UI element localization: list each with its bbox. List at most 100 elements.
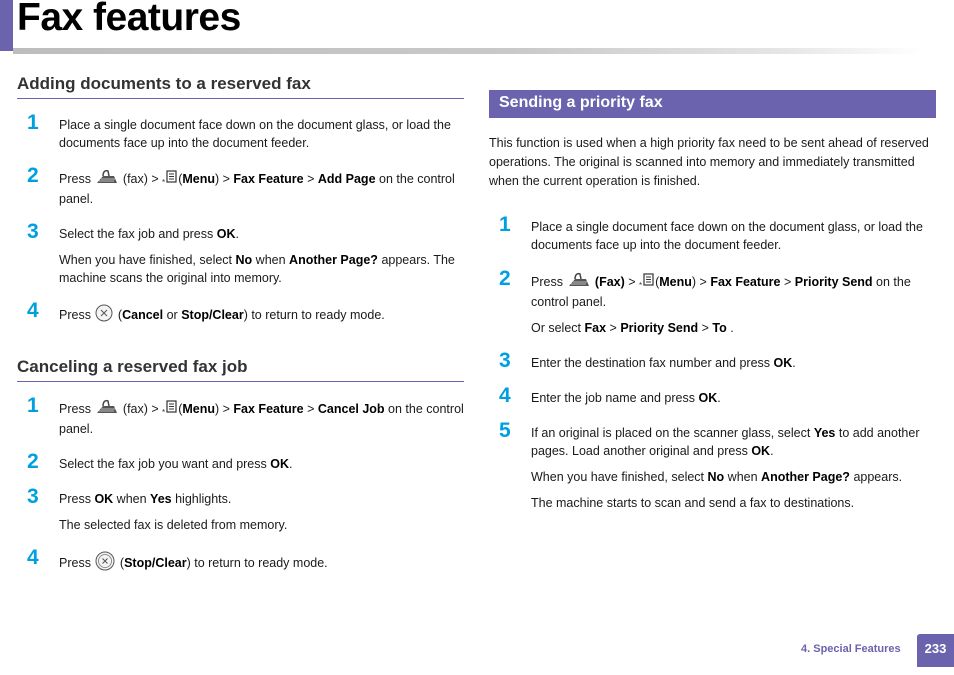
fax-feature-label: Fax Feature — [233, 401, 304, 416]
text: Enter the job name and press — [531, 391, 695, 405]
cancel-label: Cancel — [122, 307, 164, 322]
step-number: 3 — [27, 220, 39, 243]
text: ) > — [691, 274, 707, 289]
step-item: 4 Press (Stop/Clear) to return to ready … — [17, 546, 464, 576]
step-item: 2 Select the fax job you want and press … — [17, 450, 464, 473]
text: ) > — [215, 401, 230, 416]
text: When you have finished, select — [59, 253, 233, 267]
step-item: 1 Press (fax) > * (Menu) > Fax Feature > … — [17, 394, 464, 438]
text: Select the fax job and press — [59, 227, 214, 241]
step-item: 3 Select the fax job and press OK. When … — [17, 220, 464, 287]
step-text: Press (fax) > * (Menu) > Fax Feature > Ca… — [59, 399, 464, 438]
step-note: The selected fax is deleted from memory. — [59, 518, 288, 532]
text: Or select — [531, 321, 582, 335]
menu-label: Menu — [182, 171, 215, 186]
step-item: 4 Press (Cancel or Stop/Clear) to return… — [17, 300, 464, 327]
text: Press — [59, 171, 91, 186]
step-text: Select the fax job you want and press OK… — [59, 455, 464, 473]
text: when — [255, 253, 286, 267]
step-text: Press OK when Yes highlights. — [59, 490, 464, 508]
text: > — [783, 274, 792, 289]
title-accent-bar — [0, 0, 13, 51]
section-heading-canceling: Canceling a reserved fax job — [17, 357, 464, 382]
stop-clear-icon — [94, 551, 116, 576]
step-number: 4 — [27, 546, 39, 569]
text: If an original is placed on the scanner … — [531, 426, 811, 440]
to-label: To — [712, 321, 727, 335]
text: when — [116, 492, 147, 506]
step-text: Press (Fax) > * (Menu) > Fax Feature > Pr… — [531, 272, 936, 311]
right-column: Sending a priority fax This function is … — [489, 90, 936, 512]
step-item: 3 Enter the destination fax number and p… — [489, 349, 936, 372]
chapter-label: 4. Special Features — [801, 643, 901, 655]
text: highlights. — [175, 492, 232, 506]
step-item: 2 Press (Fax) > * (Menu) > Fax Feature > … — [489, 267, 936, 337]
svg-text:*: * — [162, 178, 165, 185]
step-text: Place a single document face down on the… — [531, 220, 923, 252]
step-item: 1 Place a single document face down on t… — [17, 111, 464, 152]
text: Press — [59, 401, 91, 416]
step-text: Press (fax) > * (Menu) > Fax Feature > Ad… — [59, 169, 464, 208]
ok-label: OK — [270, 457, 289, 471]
text: (fax) > — [122, 401, 159, 416]
page-title: Fax features — [17, 0, 241, 39]
step-number: 2 — [27, 450, 39, 473]
stop-clear-label: Stop/Clear — [124, 555, 187, 570]
text: > — [307, 401, 315, 416]
text: . — [717, 391, 721, 405]
stop-clear-label: Stop/Clear — [181, 307, 244, 322]
left-column: Adding documents to a reserved fax 1 Pla… — [17, 74, 464, 576]
fax-icon — [94, 169, 119, 190]
step-note: When you have finished, select No when A… — [531, 468, 936, 486]
another-page-label: Another Page? — [289, 253, 378, 267]
text: ) > — [215, 171, 230, 186]
step-text: Press (Stop/Clear) to return to ready mo… — [59, 551, 464, 576]
text: Press — [531, 274, 563, 289]
text: . — [289, 457, 293, 471]
step-number: 1 — [27, 111, 39, 134]
fax-label: Fax — [584, 321, 607, 335]
step-item: 5 If an original is placed on the scanne… — [489, 419, 936, 512]
ok-label: OK — [216, 227, 236, 241]
text: or — [166, 307, 178, 322]
ok-label: OK — [698, 391, 718, 405]
text: Press — [59, 492, 91, 506]
text: > — [701, 321, 709, 335]
menu-label: Menu — [659, 274, 692, 289]
step-number: 2 — [499, 267, 511, 290]
step-number: 1 — [499, 213, 511, 236]
step-item: 4 Enter the job name and press OK. — [489, 384, 936, 407]
text: ) to return to ready mode. — [243, 307, 385, 322]
step-number: 2 — [27, 164, 39, 187]
fax-icon — [94, 399, 119, 420]
no-label: No — [707, 470, 725, 484]
svg-text:*: * — [162, 408, 165, 415]
text: When you have finished, select — [531, 470, 705, 484]
step-text: Place a single document face down on the… — [59, 118, 451, 150]
step-number: 4 — [499, 384, 511, 407]
step-number: 1 — [27, 394, 39, 417]
text: Enter the destination fax number and pre… — [531, 356, 771, 370]
text: > — [609, 321, 617, 335]
text: (fax) > — [122, 171, 159, 186]
text: > — [628, 274, 636, 289]
text: when — [727, 470, 758, 484]
step-note: Or select Fax > Priority Send > To . — [531, 319, 936, 337]
step-number: 5 — [499, 419, 511, 442]
step-item: 3 Press OK when Yes highlights. The sele… — [17, 486, 464, 534]
page-number: 233 — [917, 634, 954, 667]
ok-label: OK — [94, 492, 114, 506]
text: ) to return to ready mode. — [186, 555, 328, 570]
fax-feature-label: Fax Feature — [233, 171, 304, 186]
svg-text:*: * — [639, 281, 642, 288]
cancel-job-label: Cancel Job — [317, 401, 385, 416]
text: . — [730, 321, 734, 335]
menu-icon: * — [162, 169, 178, 190]
section-intro: This function is used when a high priori… — [489, 136, 929, 188]
text: . — [235, 227, 239, 241]
step-text: Enter the job name and press OK. — [531, 389, 936, 407]
step-number: 3 — [499, 349, 511, 372]
text: Press — [59, 307, 91, 322]
step-text: Enter the destination fax number and pre… — [531, 354, 936, 372]
step-text: Press (Cancel or Stop/Clear) to return t… — [59, 304, 464, 327]
